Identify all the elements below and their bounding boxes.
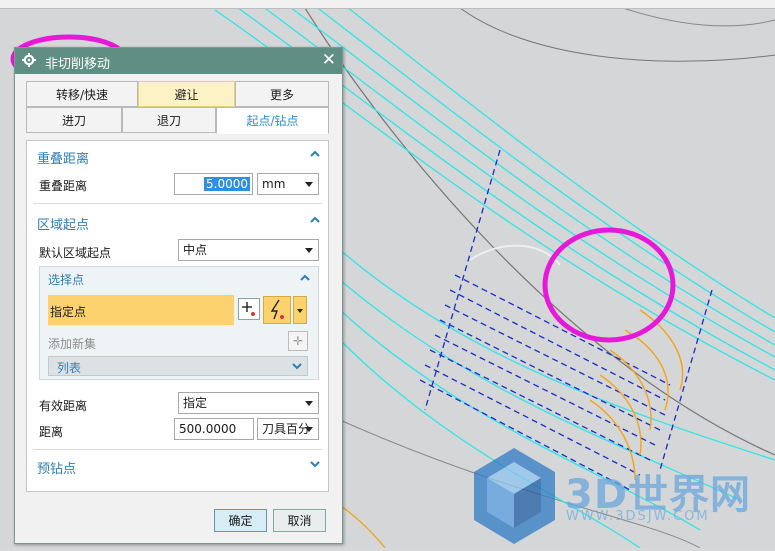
- tab-more[interactable]: 更多: [235, 81, 329, 107]
- chevron-down-icon[interactable]: [293, 296, 307, 324]
- tab-engage[interactable]: 进刀: [26, 107, 122, 133]
- point-constructor-icon[interactable]: [238, 298, 260, 320]
- ok-button[interactable]: 确定: [214, 509, 267, 532]
- tab-strip: 转移/快速 避让 更多 进刀 退刀 起点/钻点: [26, 81, 329, 141]
- divider: [33, 449, 322, 450]
- add-new-set-label: 添加新集: [48, 337, 97, 351]
- inferred-point-icon[interactable]: [263, 296, 291, 324]
- section-header: 重叠距离: [37, 152, 90, 167]
- tab-avoidance[interactable]: 避让: [138, 81, 235, 107]
- overlap-distance-input[interactable]: 5.0000: [174, 173, 253, 195]
- divider: [33, 203, 322, 204]
- dialog-titlebar[interactable]: 非切削移动 ✕: [15, 48, 342, 74]
- add-set-icon[interactable]: ✛: [288, 331, 308, 351]
- distance-input[interactable]: 500.0000: [174, 418, 254, 440]
- toolbar-strip: [0, 0, 775, 9]
- overlap-unit-select[interactable]: mm: [257, 173, 319, 195]
- tab-retract[interactable]: 退刀: [122, 107, 216, 133]
- chevron-down-icon: [292, 363, 302, 370]
- default-region-start-label: 默认区域起点: [39, 246, 112, 260]
- chevron-down-icon: [310, 461, 320, 468]
- cancel-button[interactable]: 取消: [273, 509, 326, 532]
- chevron-up-icon: [310, 216, 320, 223]
- specify-point-row[interactable]: 指定点: [48, 295, 234, 325]
- section-header: 区域起点: [37, 218, 90, 233]
- select-points-group: 选择点 指定点 添加新集 ✛ 列表: [39, 266, 319, 380]
- chevron-up-icon[interactable]: [300, 273, 310, 283]
- specify-point-label: 指定点: [50, 305, 87, 319]
- section-predrill-points[interactable]: 预钻点: [27, 455, 328, 477]
- tab-transfer-rapid[interactable]: 转移/快速: [26, 81, 138, 107]
- select-points-header: 选择点: [48, 273, 85, 287]
- gear-icon: [22, 53, 36, 67]
- section-overlap-distance[interactable]: 重叠距离: [27, 145, 328, 167]
- distance-unit-select[interactable]: 刀具百分: [257, 418, 319, 440]
- valid-distance-select[interactable]: 指定: [178, 392, 319, 414]
- watermark-url: WWW.3DSJW.COM: [566, 509, 710, 524]
- distance-label: 距离: [39, 425, 64, 439]
- valid-distance-label: 有效距离: [39, 399, 88, 413]
- chevron-up-icon: [310, 150, 320, 157]
- dialog-title: 非切削移动: [45, 57, 111, 72]
- section-region-start[interactable]: 区域起点: [27, 211, 328, 233]
- tab-panel: 重叠距离 重叠距离 5.0000 mm 区域起点 默认区域起点 中点 选择点 指…: [26, 140, 329, 492]
- list-row[interactable]: 列表: [48, 356, 308, 376]
- non-cutting-moves-dialog: 非切削移动 ✕ 转移/快速 避让 更多 进刀 退刀 起点/钻点 重叠距离 重叠距…: [14, 47, 343, 544]
- overlap-distance-label: 重叠距离: [39, 179, 88, 193]
- default-region-start-select[interactable]: 中点: [178, 239, 319, 261]
- close-icon[interactable]: ✕: [322, 50, 336, 70]
- list-label: 列表: [57, 361, 82, 375]
- section-header: 预钻点: [37, 462, 77, 477]
- tab-start-drill-points[interactable]: 起点/钻点: [216, 107, 329, 134]
